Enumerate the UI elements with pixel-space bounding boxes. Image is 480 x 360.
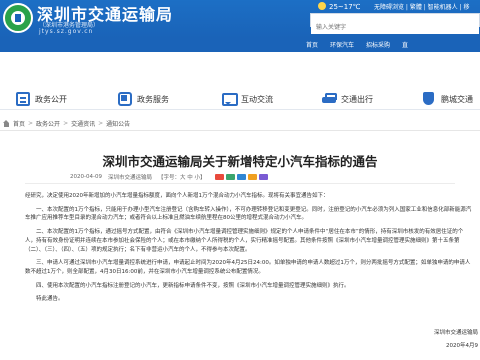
document-icon bbox=[16, 92, 30, 106]
meta-divider bbox=[25, 183, 455, 184]
article-paragraph: 二、本次配置的1万个指标，通过摇号方式配置，由符合《深圳市小汽车增量调控管理实施… bbox=[25, 229, 464, 253]
article-paragraph: 特此通告。 bbox=[36, 296, 64, 303]
nav-item-home[interactable]: 首页 bbox=[300, 40, 324, 49]
article-paragraph: 三、申请人可通过深圳市小汽车增量调控系统进行申请，申请起止时间为2020年4月2… bbox=[25, 260, 471, 275]
weather-widget: 25~17℃ bbox=[318, 2, 361, 11]
home-icon bbox=[3, 120, 10, 127]
breadcrumb: 首页 > 政务公开 > 交通资讯 > 通知公告 bbox=[3, 119, 130, 128]
share-buttons bbox=[215, 174, 269, 180]
top-links[interactable]: 无障碍浏览 | 繁體 | 智能机器人 | 移 bbox=[374, 2, 470, 11]
article-body: 经研究，决定使用2020年新增加的小汽车增量指标额度，面向个人新增1万个混合动力… bbox=[25, 192, 473, 309]
share-douban-icon[interactable] bbox=[248, 174, 258, 180]
tab-label: 鹏城交通 bbox=[441, 94, 473, 104]
font-size-control[interactable]: 【字号：大 中 小】 bbox=[158, 173, 206, 181]
breadcrumb-affairs[interactable]: 政务公开 bbox=[36, 119, 60, 128]
signature-date: 2020年4月9 bbox=[446, 343, 478, 349]
weather-temp: 25~17℃ bbox=[329, 3, 361, 11]
share-wechat-icon[interactable] bbox=[226, 174, 236, 180]
divider bbox=[0, 130, 480, 131]
breadcrumb-home[interactable]: 首页 bbox=[13, 119, 25, 128]
tab-label: 交通出行 bbox=[341, 94, 373, 104]
signature-org: 深圳市交通运输局 bbox=[433, 330, 478, 336]
tab-government-services[interactable]: 政务服务 bbox=[118, 92, 169, 106]
article-paragraph: 一、本次配置的1万个指标，只能用于办理小型汽车注册登记（含购车转入操作），不可办… bbox=[25, 206, 472, 222]
tab-government-affairs[interactable]: 政务公开 bbox=[16, 92, 67, 106]
tab-label: 政务服务 bbox=[137, 94, 169, 104]
site-url: jtys.sz.gov.cn bbox=[39, 28, 94, 35]
breadcrumb-news[interactable]: 交通资讯 bbox=[71, 119, 95, 128]
emblem-logo-icon[interactable] bbox=[3, 3, 33, 33]
chat-icon bbox=[222, 92, 238, 106]
tab-pengcheng[interactable]: 鹏城交通 bbox=[422, 92, 473, 106]
nav-item-eco-car[interactable]: 环保汽车 bbox=[324, 40, 360, 49]
article-title: 深圳市交通运输局关于新增特定小汽车指标的通告 bbox=[102, 154, 378, 169]
nav-item-procurement[interactable]: 招标采购 bbox=[360, 40, 396, 49]
nav-item-more[interactable]: 直 bbox=[396, 40, 414, 49]
shield-icon bbox=[422, 92, 436, 106]
tab-label: 互动交流 bbox=[241, 94, 273, 104]
share-weibo-icon[interactable] bbox=[215, 174, 225, 180]
article-paragraph: 四、使用本次配置的小汽车指标注册登记的小汽车，更新指标申请条件不变，按照《深圳市… bbox=[36, 282, 350, 289]
search-box bbox=[310, 13, 480, 34]
article-meta: 2020-04-09 深圳市交通运输局 【字号：大 中 小】 bbox=[70, 173, 269, 181]
share-qzone-icon[interactable] bbox=[237, 174, 247, 180]
service-icon bbox=[118, 92, 132, 106]
site-header: 深圳市交通运输局 （深圳市港务管理局） jtys.sz.gov.cn 25~17… bbox=[0, 0, 480, 38]
article-source: 深圳市交通运输局 bbox=[107, 175, 152, 181]
tab-label: 政务公开 bbox=[35, 94, 67, 104]
article-paragraph: 经研究，决定使用2020年新增加的小汽车增量指标额度，面向个人新增1万个混合动力… bbox=[25, 193, 329, 199]
search-input[interactable] bbox=[311, 21, 479, 34]
car-icon bbox=[322, 92, 337, 106]
tab-interaction[interactable]: 互动交流 bbox=[222, 92, 273, 106]
breadcrumb-notices[interactable]: 通知公告 bbox=[106, 119, 130, 128]
sun-icon bbox=[318, 2, 326, 10]
share-more-icon[interactable] bbox=[259, 174, 269, 180]
nav-bar: 首页 环保汽车 招标采购 直 bbox=[0, 38, 480, 52]
category-tabs: 政务公开 政务服务 互动交流 交通出行 鹏城交通 bbox=[0, 52, 480, 110]
article-date: 2020-04-09 bbox=[70, 174, 102, 180]
tab-transport[interactable]: 交通出行 bbox=[322, 92, 373, 106]
article-signature: 深圳市交通运输局 2020年4月9 bbox=[434, 327, 478, 353]
